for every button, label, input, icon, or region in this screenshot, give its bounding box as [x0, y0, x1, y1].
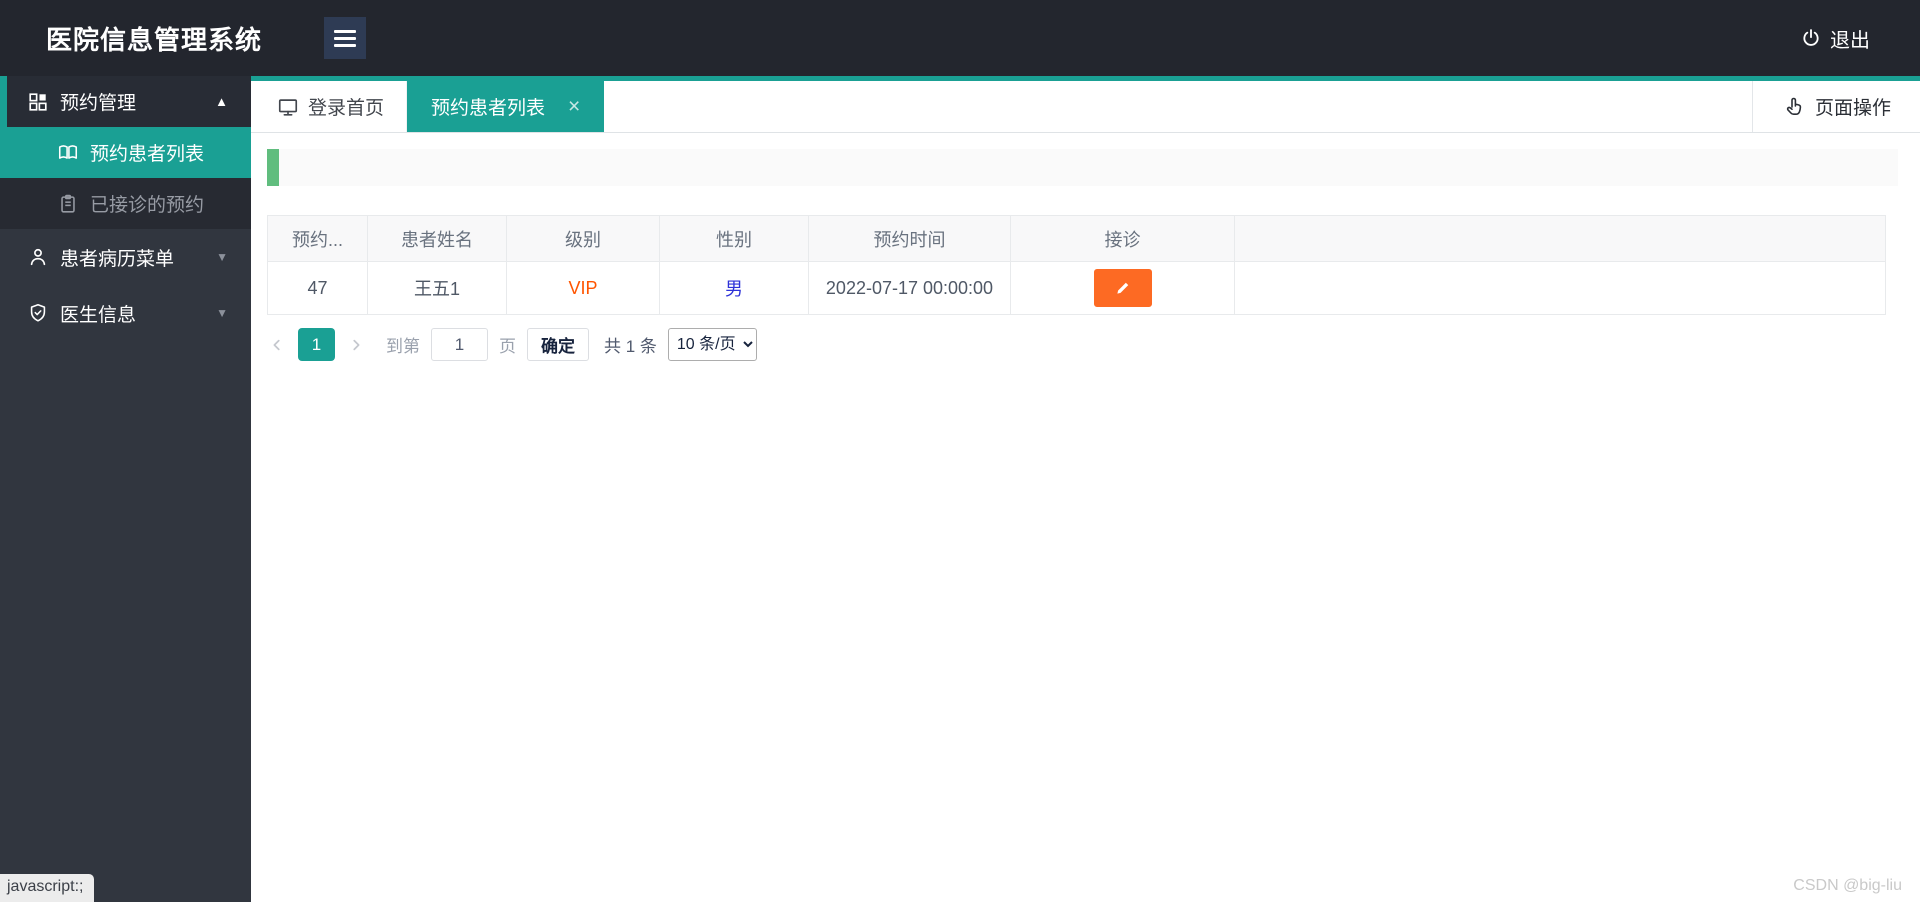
cell-appointment-time: 2022-07-17 00:00:00	[808, 261, 1011, 315]
shield-check-icon	[27, 302, 49, 324]
hand-pointer-icon	[1782, 95, 1806, 119]
app-title: 医院信息管理系统	[46, 24, 263, 55]
page-actions-button[interactable]: 页面操作	[1752, 81, 1920, 132]
sidebar-item-label: 患者病历菜单	[60, 248, 175, 270]
tab-appointment-patient-list[interactable]: 预约患者列表 ×	[407, 81, 605, 132]
content-area: 登录首页 预约患者列表 × 页面操作 预约... 患者姓名 级别 性别 预约时间…	[251, 76, 1920, 902]
goto-page-input[interactable]	[431, 328, 488, 361]
sidebar-item-received-appointments[interactable]: 已接诊的预约	[0, 178, 251, 229]
current-page-button[interactable]: 1	[298, 328, 335, 361]
receive-edit-button[interactable]	[1093, 269, 1152, 307]
sidebar-item-label: 医生信息	[60, 304, 137, 326]
goto-suffix-label: 页	[499, 337, 516, 356]
grid-icon	[27, 91, 49, 113]
green-accent-bar	[267, 149, 279, 186]
page-actions-label: 页面操作	[1814, 98, 1891, 119]
tab-label: 登录首页	[308, 98, 385, 119]
tab-bar: 登录首页 预约患者列表 × 页面操作	[251, 81, 1920, 133]
cell-level: VIP	[506, 261, 660, 315]
sidebar-item-label: 预约管理	[60, 93, 137, 114]
sidebar-item-appointment-management[interactable]: 预约管理 ▲	[0, 76, 251, 127]
chevron-down-icon: ▼	[216, 250, 228, 264]
column-header-level: 级别	[506, 215, 660, 262]
table-row: 47 王五1 VIP 男 2022-07-17 00:00:00	[267, 261, 1886, 315]
close-icon[interactable]: ×	[568, 96, 580, 117]
user-icon	[27, 246, 49, 268]
logout-label: 退出	[1830, 29, 1870, 52]
chevron-left-icon[interactable]	[267, 328, 287, 361]
sidebar-item-doctor-info[interactable]: 医生信息 ▼	[0, 285, 251, 341]
sidebar-item-appointment-patient-list[interactable]: 预约患者列表	[0, 127, 251, 178]
page-size-select[interactable]: 10 条/页	[667, 328, 757, 361]
pencil-icon	[1114, 279, 1132, 297]
pagination-bar: 1 到第 页 确定 共 1 条 10 条/页	[267, 328, 1920, 361]
column-header-patient-name: 患者姓名	[367, 215, 507, 262]
column-header-receive: 接诊	[1010, 215, 1235, 262]
status-link-preview: javascript:;	[0, 874, 95, 902]
sidebar-toggle-button[interactable]	[324, 17, 367, 59]
table-header-row: 预约... 患者姓名 级别 性别 预约时间 接诊	[267, 215, 1886, 262]
watermark-text: CSDN @big-liu	[1793, 877, 1902, 894]
goto-confirm-button[interactable]: 确定	[527, 328, 589, 361]
cell-gender: 男	[659, 261, 809, 315]
sidebar: 预约管理 ▲ 预约患者列表 已接诊的预约 患者病历菜单 ▼ 医生信息 ▼	[0, 76, 251, 902]
total-count-label: 共 1 条	[604, 337, 657, 356]
chevron-right-icon[interactable]	[346, 328, 366, 361]
sidebar-item-label: 已接诊的预约	[90, 195, 205, 216]
chevron-up-icon: ▲	[215, 94, 228, 109]
column-header-appointment-time: 预约时间	[808, 215, 1011, 262]
column-header-gender: 性别	[659, 215, 809, 262]
power-icon	[1801, 28, 1821, 48]
sidebar-item-patient-records-menu[interactable]: 患者病历菜单 ▼	[0, 229, 251, 285]
book-icon	[57, 142, 79, 164]
appointment-table: 预约... 患者姓名 级别 性别 预约时间 接诊 47 王五1 VIP 男 20…	[267, 215, 1886, 315]
chevron-down-icon: ▼	[216, 306, 228, 320]
tab-label: 预约患者列表	[431, 98, 546, 119]
sidebar-item-label: 预约患者列表	[90, 144, 205, 165]
cell-empty	[1234, 261, 1886, 315]
toolbar-strip	[267, 149, 1898, 186]
logout-button[interactable]: 退出	[1801, 24, 1870, 53]
cell-appointment-id: 47	[267, 261, 368, 315]
column-header-appointment-id: 预约...	[267, 215, 368, 262]
hamburger-icon	[334, 29, 357, 33]
column-header-empty	[1234, 215, 1886, 262]
clipboard-icon	[57, 193, 79, 215]
main-layout: 预约管理 ▲ 预约患者列表 已接诊的预约 患者病历菜单 ▼ 医生信息 ▼ 登录首…	[0, 76, 1920, 902]
tab-login-home[interactable]: 登录首页	[251, 81, 408, 132]
monitor-icon	[277, 96, 299, 118]
app-header: 医院信息管理系统 退出	[0, 0, 1920, 76]
cell-patient-name: 王五1	[367, 261, 507, 315]
goto-prefix-label: 到第	[386, 337, 420, 356]
cell-receive-action	[1010, 261, 1235, 315]
